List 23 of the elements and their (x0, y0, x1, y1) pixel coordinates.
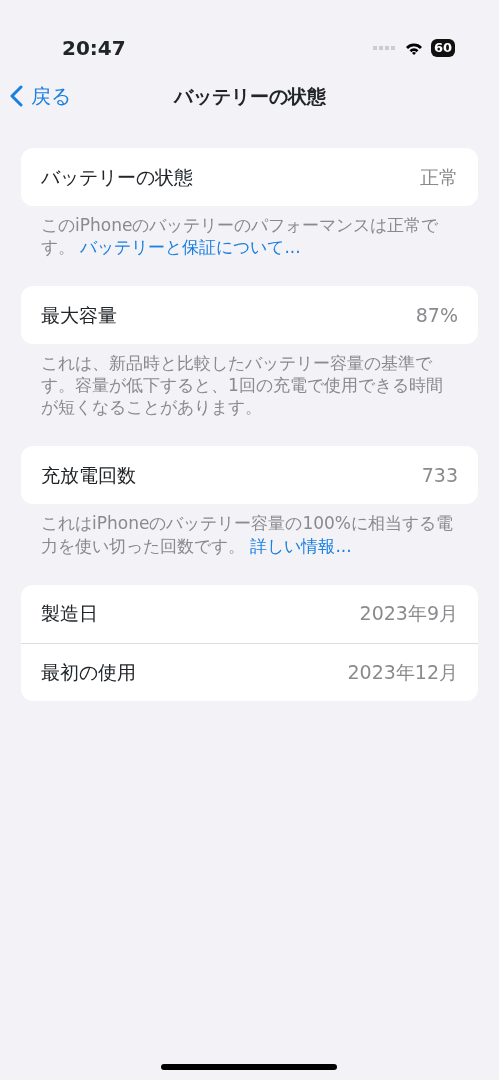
footer-note: これは、新品時と比較したバッテリー容量の基準です。容量が低下すると、1回の充電で使用できる時間が短くなることがあります。 (40, 352, 444, 419)
info-link[interactable]: 詳しい情報... (250, 535, 352, 556)
footer-note: このiPhoneのバッテリーのパフォーマンスは正常です。 バッテリーと保証について... (40, 214, 440, 259)
page-title: バッテリーの状態 (173, 84, 326, 109)
back-button[interactable]: 戻る (0, 81, 71, 111)
row-label: 製造日 (41, 601, 98, 627)
row-value: 87% (415, 302, 458, 328)
wifi-icon (404, 41, 423, 55)
row-label: 充放電回数 (41, 463, 136, 489)
chevron-left-icon (10, 85, 23, 107)
footer-note: これはiPhoneのバッテリー容量の100%に相当する電力を使い切った回数です。 詳しい情報... (40, 512, 454, 557)
row-value: 正常 (420, 164, 458, 190)
signal-icon (372, 46, 397, 50)
row-value: 733 (421, 463, 458, 489)
row-value: 2023年12月 (347, 659, 458, 685)
row-label: バッテリーの状態 (41, 164, 193, 190)
info-link[interactable]: バッテリーと保証について... (80, 237, 301, 258)
row-value: 2023年9月 (359, 601, 458, 627)
battery-indicator: 60 (430, 39, 455, 57)
home-indicator[interactable] (161, 1064, 337, 1070)
row-label: 最初の使用 (41, 659, 136, 685)
row-label: 最大容量 (41, 302, 117, 328)
clock: 20:47 (62, 35, 126, 62)
